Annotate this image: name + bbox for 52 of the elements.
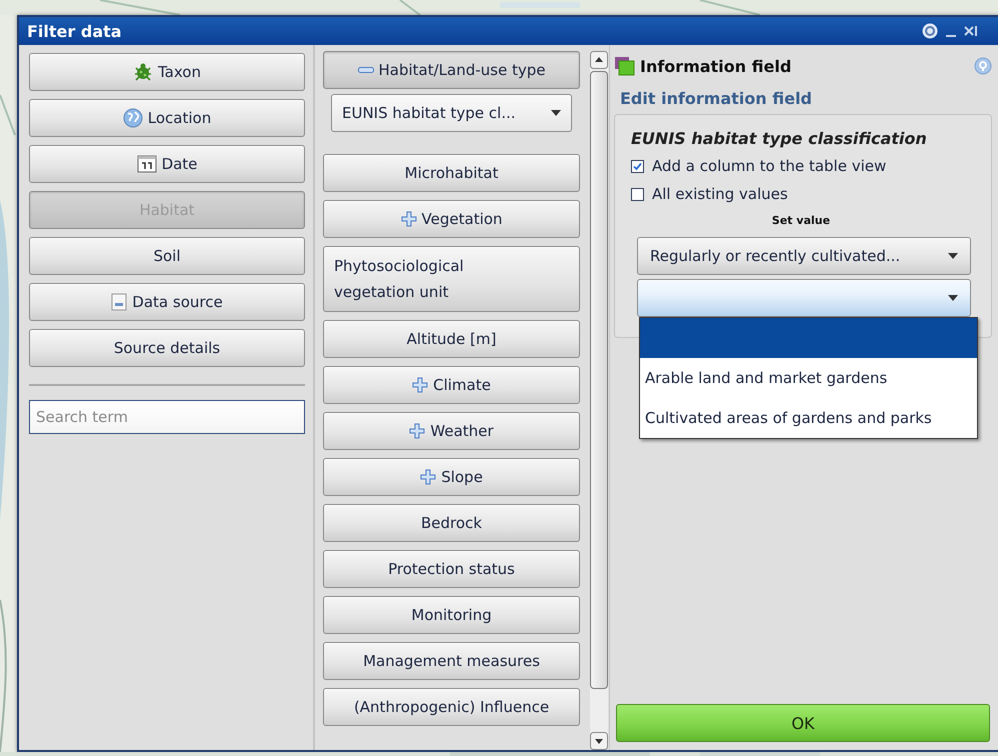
bug-icon (133, 62, 153, 82)
field-group-button[interactable]: Slope (323, 458, 580, 496)
checkbox[interactable] (631, 160, 644, 172)
field-button[interactable]: Altitude [m] (323, 320, 580, 358)
subvalue-dropdown[interactable] (637, 279, 971, 317)
dropdown-option[interactable]: Arable land and market gardens (640, 358, 977, 398)
globe-icon (122, 108, 143, 128)
ok-button[interactable]: OK (616, 704, 990, 742)
help-icon[interactable] (922, 23, 938, 39)
set-value-label: Set value (772, 214, 830, 227)
dropdown-option[interactable]: Cultivated areas of gardens and parks (640, 398, 977, 438)
plus-icon (412, 377, 428, 393)
close-icon[interactable] (964, 24, 978, 38)
scroll-down-icon[interactable] (590, 732, 608, 750)
caret-icon (948, 253, 958, 259)
field-button[interactable]: Monitoring (323, 596, 580, 634)
caret-icon (948, 295, 958, 301)
table-icon (614, 56, 636, 76)
panel-subtitle: Edit information field (620, 89, 814, 108)
category-button[interactable]: Source details (29, 329, 305, 367)
field-button[interactable]: (Anthropogenic) Influence (323, 688, 580, 726)
field-title: EUNIS habitat type classification (631, 129, 928, 148)
caret-icon (551, 110, 561, 116)
value-dropdown[interactable]: Regularly or recently cultivated... (637, 237, 971, 275)
classification-dropdown[interactable]: EUNIS habitat type cl... (331, 94, 572, 132)
panel-title: Information field (640, 56, 792, 76)
calendar-icon (136, 155, 157, 173)
search-field[interactable]: Search term (29, 400, 305, 434)
plus-icon (409, 423, 426, 439)
checkbox-label: Add a column to the table view (652, 157, 886, 175)
field-button[interactable]: Bedrock (323, 504, 580, 542)
field-group-button[interactable]: Habitat/Land-use type (323, 51, 580, 89)
document-icon (111, 293, 128, 311)
category-button[interactable]: Taxon (29, 53, 305, 91)
category-button[interactable]: Location (29, 99, 305, 137)
window-title: Filter data (27, 22, 123, 40)
field-button[interactable]: Management measures (323, 642, 580, 680)
category-button[interactable]: Data source (29, 283, 305, 321)
scroll-up-icon[interactable] (590, 51, 608, 69)
field-button[interactable]: Protection status (323, 550, 580, 588)
category-button[interactable]: Soil (29, 237, 305, 275)
field-group-button[interactable]: Climate (323, 366, 580, 404)
checkbox[interactable] (631, 188, 644, 200)
field-button[interactable]: Phytosociological vegetation unit (323, 246, 580, 312)
field-button[interactable]: Microhabitat (323, 154, 580, 192)
plus-icon (400, 211, 417, 227)
minus-icon (358, 67, 374, 73)
category-button[interactable]: Date (29, 145, 305, 183)
field-group-button[interactable]: Weather (323, 412, 580, 450)
plus-icon (420, 469, 436, 485)
checkbox-label: All existing values (652, 185, 788, 203)
field-group-button[interactable]: Vegetation (323, 200, 580, 238)
